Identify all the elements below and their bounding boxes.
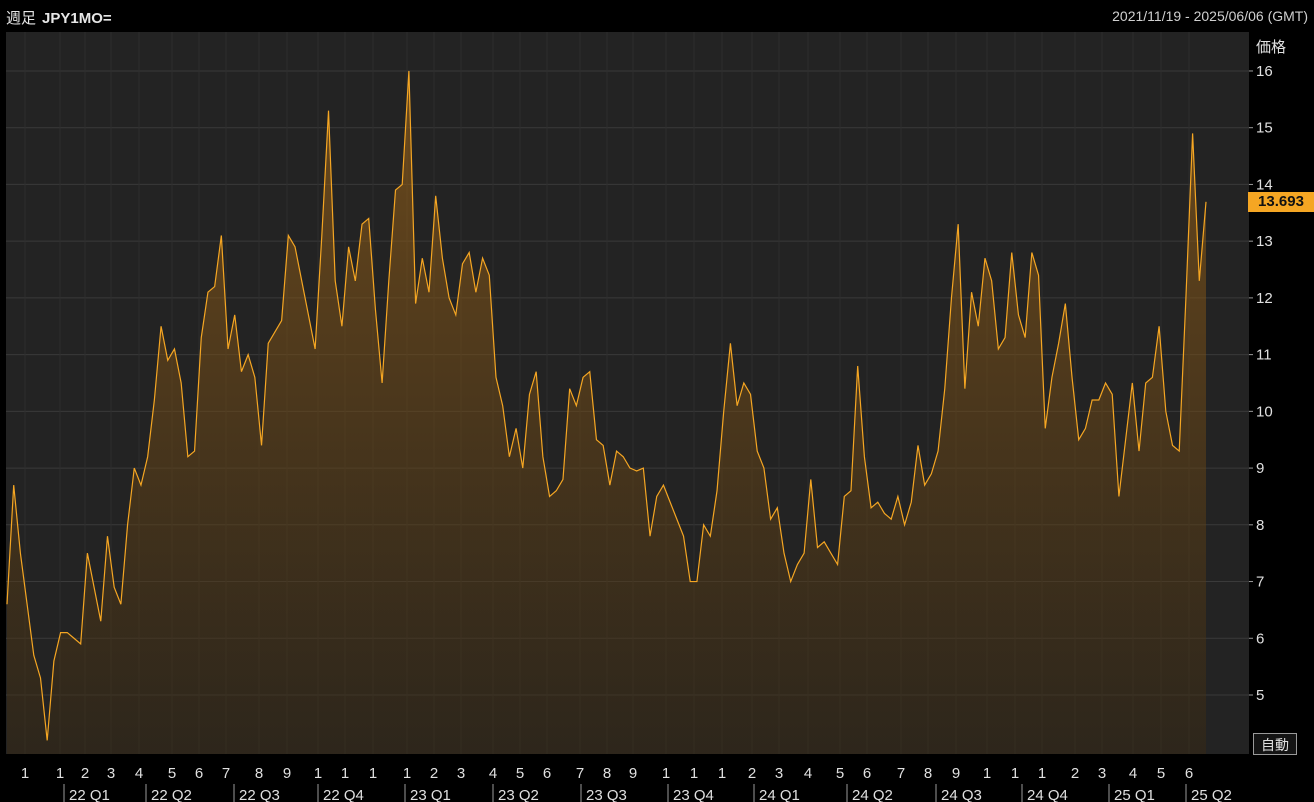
x-month-label: 4 [804, 765, 812, 782]
x-month-label: 1 [21, 765, 29, 782]
x-month-label: 7 [897, 765, 905, 782]
x-quarter-label: 22 Q1 [69, 787, 110, 802]
x-month-label: 8 [603, 765, 611, 782]
x-quarter-label: 23 Q3 [586, 787, 627, 802]
y-tick-label: 13 [1256, 233, 1273, 250]
x-month-label: 9 [283, 765, 291, 782]
y-tick-label: 6 [1256, 630, 1264, 647]
x-quarter-label: 24 Q1 [759, 787, 800, 802]
x-month-label: 1 [314, 765, 322, 782]
y-tick-label: 7 [1256, 574, 1264, 591]
x-month-label: 1 [983, 765, 991, 782]
x-quarter-label: 23 Q4 [673, 787, 714, 802]
y-tick-label: 5 [1256, 687, 1264, 704]
x-quarter-label: 24 Q3 [941, 787, 982, 802]
price-axis-label: 価格 [1256, 39, 1287, 56]
x-month-label: 6 [1185, 765, 1193, 782]
y-tick-label: 12 [1256, 290, 1273, 307]
x-quarter-label: 22 Q3 [239, 787, 280, 802]
x-month-label: 1 [403, 765, 411, 782]
x-month-label: 5 [168, 765, 176, 782]
x-month-label: 3 [1098, 765, 1106, 782]
x-month-label: 2 [430, 765, 438, 782]
x-month-label: 1 [690, 765, 698, 782]
x-month-label: 2 [1071, 765, 1079, 782]
x-month-label: 3 [107, 765, 115, 782]
x-quarter-label: 24 Q4 [1027, 787, 1068, 802]
x-month-label: 5 [836, 765, 844, 782]
x-month-label: 8 [924, 765, 932, 782]
x-month-label: 1 [341, 765, 349, 782]
y-tick-label: 15 [1256, 120, 1273, 137]
price-chart[interactable]: 5678910111213141516 11234567891111234567… [0, 0, 1314, 802]
y-axis: 5678910111213141516 [1249, 63, 1273, 704]
x-month-label: 6 [543, 765, 551, 782]
x-month-label: 1 [1038, 765, 1046, 782]
x-quarter-label: 25 Q2 [1191, 787, 1232, 802]
x-quarter-label: 25 Q1 [1114, 787, 1155, 802]
x-month-label: 2 [81, 765, 89, 782]
x-month-label: 7 [222, 765, 230, 782]
y-tick-label: 8 [1256, 517, 1264, 534]
x-month-label: 1 [56, 765, 64, 782]
x-month-label: 3 [775, 765, 783, 782]
x-month-label: 7 [576, 765, 584, 782]
x-month-label: 3 [457, 765, 465, 782]
x-month-label: 9 [952, 765, 960, 782]
x-month-label: 1 [662, 765, 670, 782]
last-value-badge: 13.693 [1248, 191, 1314, 212]
x-quarter-label: 22 Q2 [151, 787, 192, 802]
x-month-label: 9 [629, 765, 637, 782]
x-month-label: 4 [135, 765, 143, 782]
x-quarter-label: 22 Q4 [323, 787, 364, 802]
x-month-label: 6 [863, 765, 871, 782]
y-tick-label: 11 [1256, 347, 1272, 364]
x-month-label: 1 [369, 765, 377, 782]
x-month-label: 6 [195, 765, 203, 782]
x-quarter-label: 24 Q2 [852, 787, 893, 802]
x-month-label: 8 [255, 765, 263, 782]
x-quarter-label: 23 Q2 [498, 787, 539, 802]
x-month-label: 5 [1157, 765, 1165, 782]
x-month-label: 4 [489, 765, 497, 782]
y-tick-label: 10 [1256, 403, 1273, 420]
y-tick-label: 16 [1256, 63, 1273, 80]
auto-scale-button[interactable]: 自動 [1253, 733, 1297, 755]
x-month-label: 4 [1129, 765, 1137, 782]
x-month-label: 1 [1011, 765, 1019, 782]
y-tick-label: 9 [1256, 460, 1264, 477]
x-month-label: 2 [748, 765, 756, 782]
x-month-label: 5 [516, 765, 524, 782]
x-quarter-label: 23 Q1 [410, 787, 451, 802]
x-month-label: 1 [718, 765, 726, 782]
